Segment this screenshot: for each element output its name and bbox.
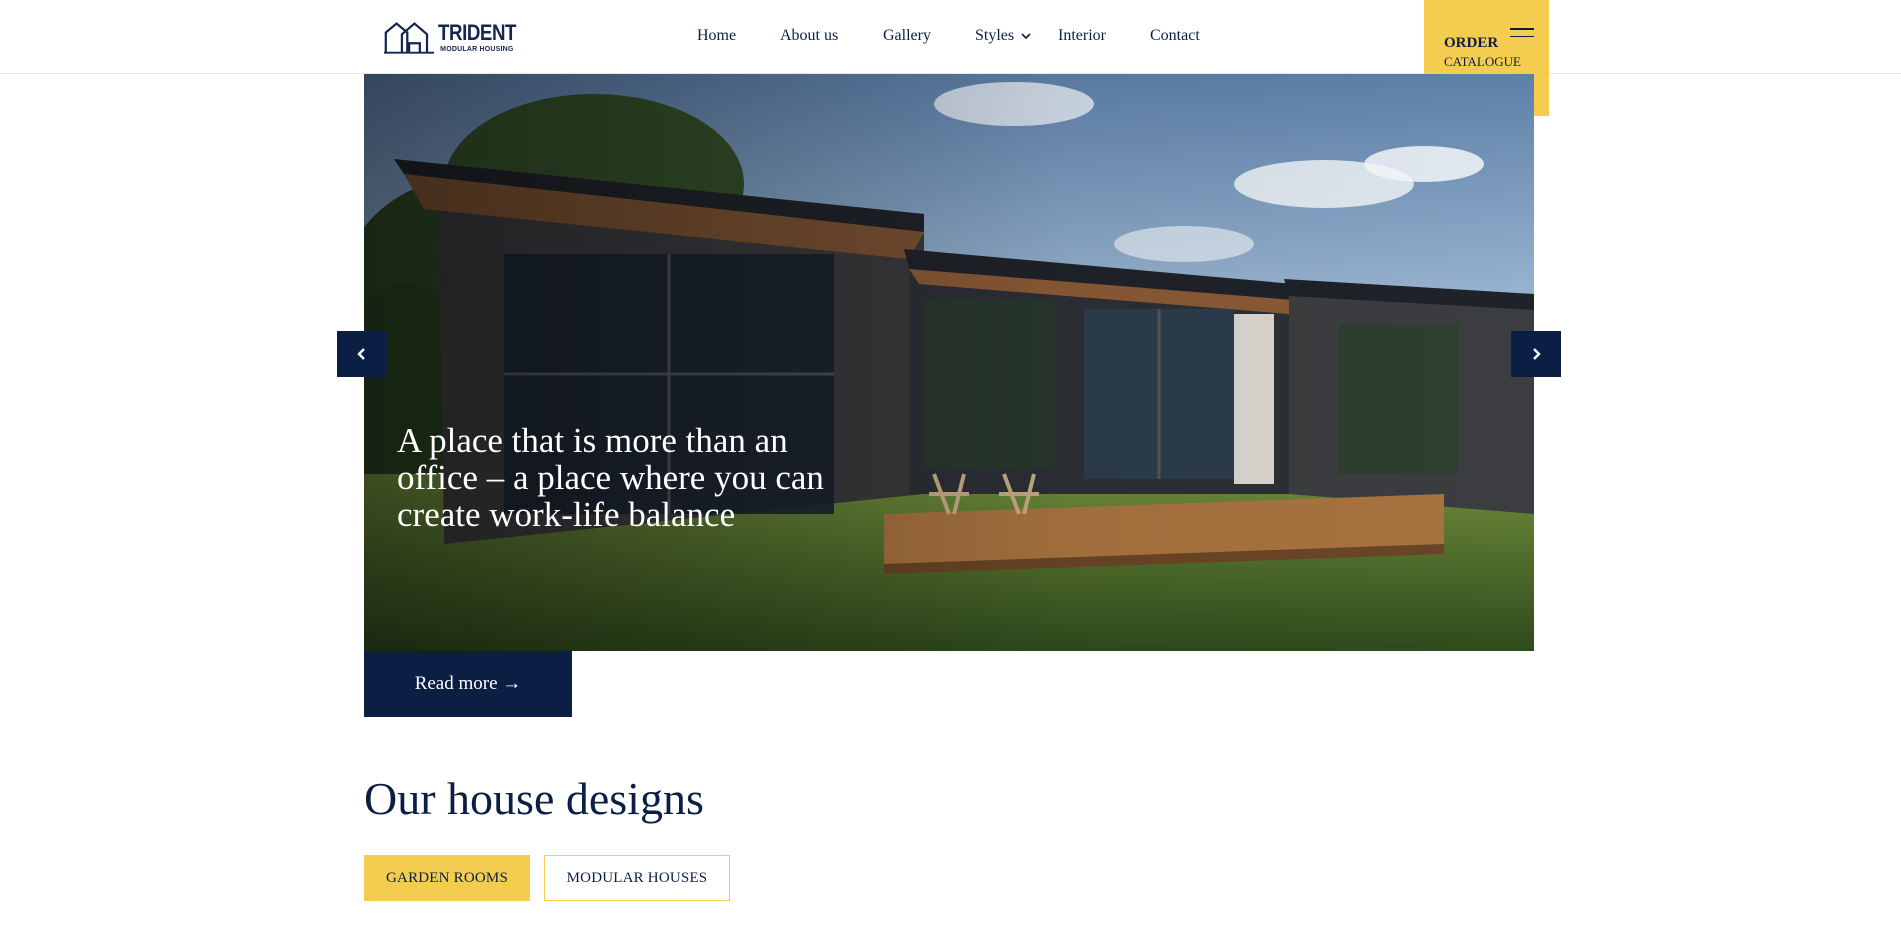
nav-styles-label: Styles	[975, 27, 1015, 44]
nav-gallery[interactable]: Gallery	[883, 27, 931, 45]
site-logo[interactable]: TRIDENT MODULAR HOUSING	[384, 18, 530, 56]
nav-about-us[interactable]: About us	[780, 27, 838, 45]
slider-prev-button[interactable]	[337, 331, 387, 377]
chevron-left-icon	[357, 348, 365, 360]
slider-next-button[interactable]	[1511, 331, 1561, 377]
order-title: ORDER	[1444, 35, 1499, 51]
filter-garden-rooms[interactable]: GARDEN ROOMS	[364, 855, 530, 901]
hero-slider: A place that is more than an office – a …	[364, 74, 1534, 651]
logo-name: TRIDENT	[438, 19, 517, 45]
hero-caption: A place that is more than an office – a …	[397, 421, 824, 534]
nav-home[interactable]: Home	[697, 27, 736, 45]
order-subtitle: CATALOGUE	[1444, 54, 1521, 69]
read-more-button[interactable]: Read more →	[364, 651, 572, 717]
nav-contact[interactable]: Contact	[1150, 27, 1200, 45]
logo-tagline: MODULAR HOUSING	[440, 45, 514, 53]
section-title: Our house designs	[364, 773, 704, 824]
filter-modular-houses[interactable]: MODULAR HOUSES	[544, 855, 730, 901]
nav-styles[interactable]: Styles	[975, 27, 1032, 45]
hero-image	[364, 74, 1534, 651]
chevron-right-icon	[1533, 348, 1541, 360]
house-outline-icon	[384, 22, 435, 54]
site-header: TRIDENT MODULAR HOUSING Home About us Ga…	[0, 0, 1901, 116]
nav-interior[interactable]: Interior	[1058, 27, 1106, 45]
hamburger-menu-icon[interactable]	[1510, 28, 1534, 44]
chevron-down-icon	[1021, 33, 1031, 40]
